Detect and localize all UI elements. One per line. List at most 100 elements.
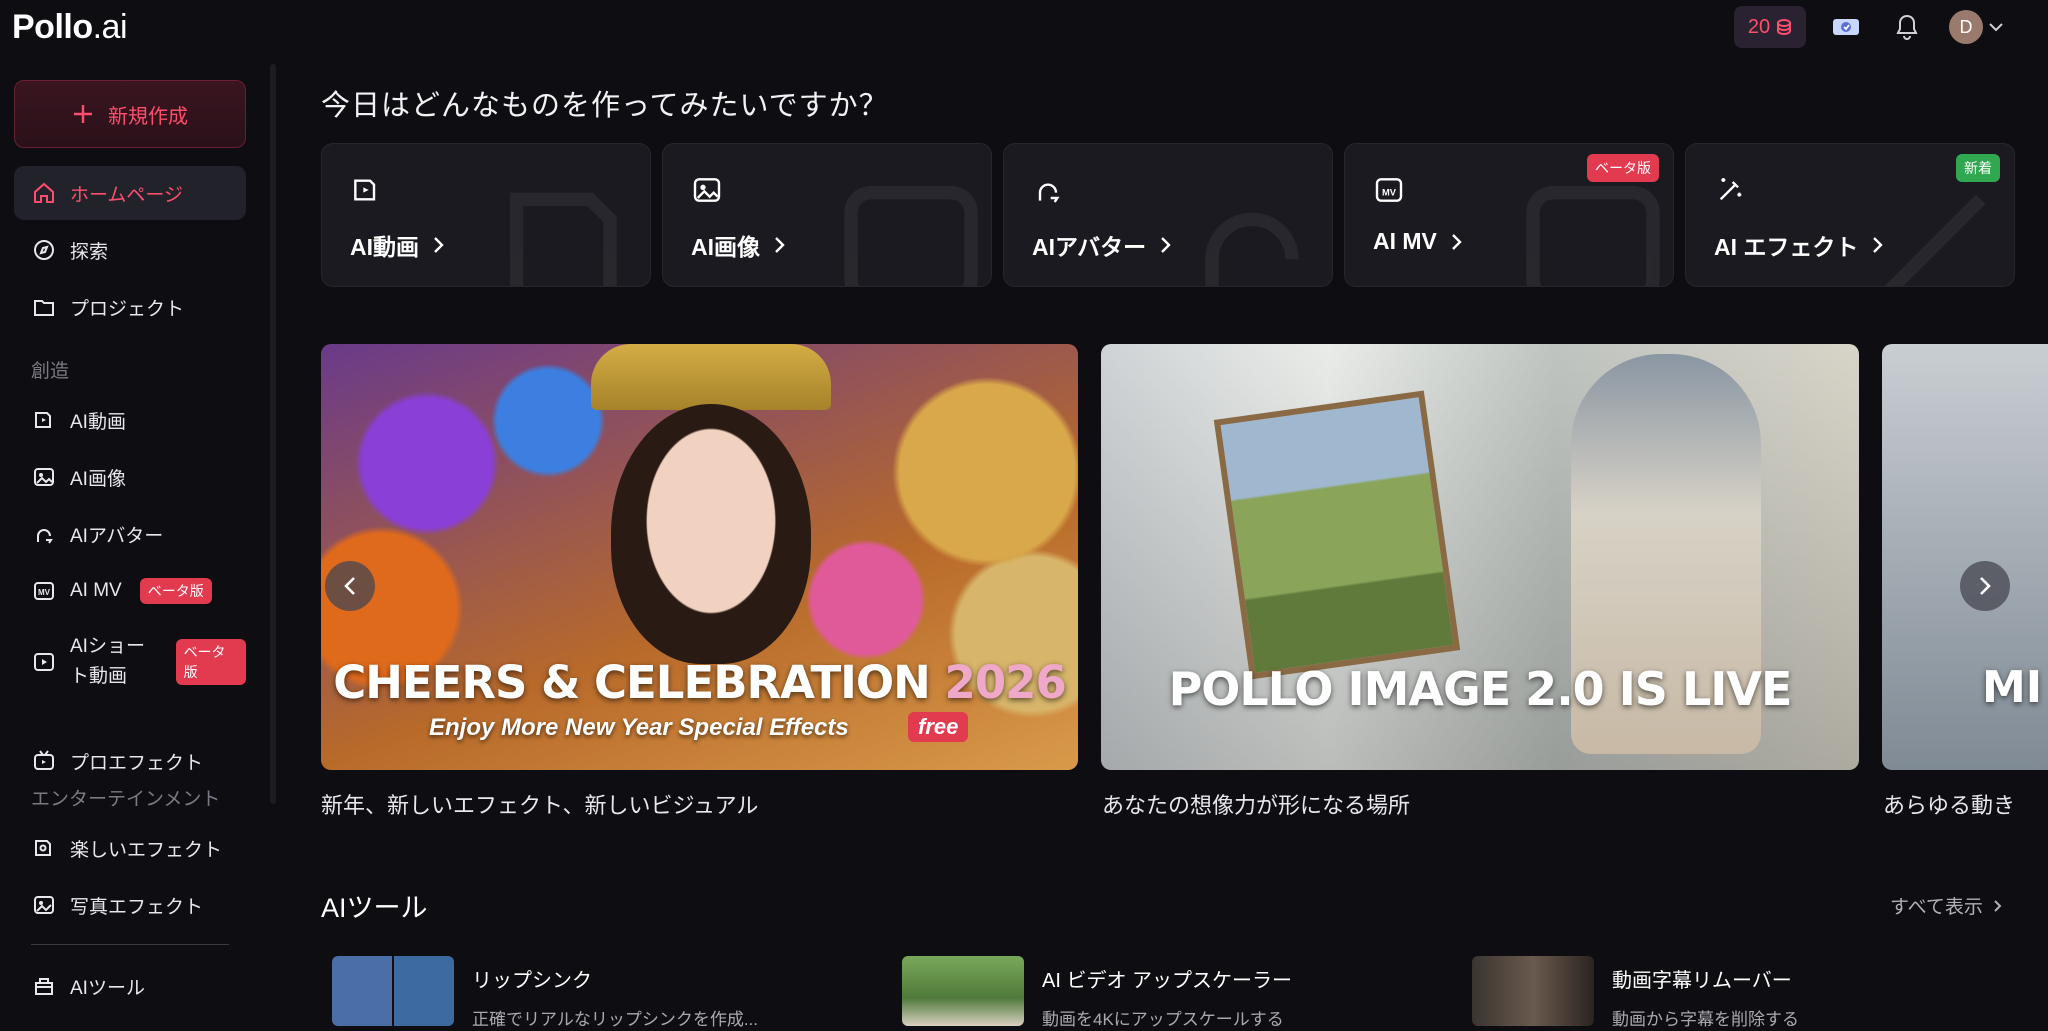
chevron-right-icon	[1161, 237, 1171, 253]
pollo-logo[interactable]: Pollo.ai	[12, 8, 128, 47]
card-watermark-icon	[1205, 212, 1299, 286]
painting-canvas-graphic	[1213, 390, 1461, 680]
section-entertainment-label: エンターテインメント	[31, 789, 221, 810]
new-create-label: 新規作成	[108, 105, 188, 128]
folder-icon	[34, 300, 54, 316]
sidebar-item-ai-image[interactable]: AI画像	[14, 450, 246, 504]
tool-thumbnail	[1472, 956, 1594, 1026]
sidebar-item-label: プロジェクト	[70, 298, 185, 320]
tool-name: リップシンク	[472, 970, 592, 992]
card-ai-effects[interactable]: 新着 AI エフェクト	[1685, 143, 2015, 287]
sidebar-item-label: 楽しいエフェクト	[70, 839, 223, 861]
chevron-right-icon	[1452, 233, 1462, 250]
card-ai-image[interactable]: AI画像	[662, 143, 992, 287]
banner-caption: あなたの想像力が形になる場所	[1102, 793, 1411, 818]
sidebar-item-projects[interactable]: プロジェクト	[14, 280, 246, 334]
image-icon	[691, 174, 723, 211]
video-icon	[35, 412, 51, 428]
sidebar-item-photo-effects[interactable]: 写真エフェクト	[14, 878, 246, 932]
tool-subtitle-remover[interactable]: 動画字幕リムーバー 動画から字幕を削除する	[1472, 956, 1799, 1029]
card-ai-mv[interactable]: ベータ版 MV AI MV	[1344, 143, 1674, 287]
page-title: 今日はどんなものを作ってみたいですか？	[321, 90, 889, 122]
sidebar-item-ai-mv[interactable]: MV AI MV ベータ版	[14, 564, 246, 618]
tool-description: 正確でリアルなリップシンクを作成...	[472, 1010, 758, 1029]
fun-effect-icon	[35, 840, 51, 856]
section-title: AIツール	[321, 893, 428, 923]
banner-pollo-image[interactable]: POLLO IMAGE 2.0 IS LIVE	[1101, 344, 1859, 770]
sidebar-item-home[interactable]: ホームページ	[14, 166, 246, 220]
svg-text:MV: MV	[38, 588, 51, 597]
card-watermark-icon	[1526, 186, 1660, 286]
banner-headline: POLLO IMAGE 2.0 IS LIVE	[1168, 662, 1793, 716]
logo-suffix: .ai	[92, 8, 128, 46]
chevron-right-icon	[434, 237, 444, 253]
chevron-right-icon	[1994, 899, 2002, 912]
tool-description: 動画から字幕を削除する	[1612, 1010, 1799, 1029]
card-label: AI MV	[1373, 228, 1437, 254]
sidebar-item-ai-video[interactable]: AI動画	[14, 393, 246, 447]
headline-text: CHEERS & CELEBRATION	[333, 656, 931, 709]
coin-icon	[1777, 19, 1792, 36]
portrait-graphic	[611, 404, 811, 664]
sidebar-item-label: 探索	[70, 241, 109, 263]
carousel-next-button[interactable]	[1960, 561, 2010, 611]
sidebar-item-label: 写真エフェクト	[70, 896, 204, 918]
chevron-down-icon[interactable]	[1988, 14, 2010, 40]
card-ai-video[interactable]: AI動画	[321, 143, 651, 287]
card-label: AI エフェクト	[1714, 234, 1859, 260]
tool-name: 動画字幕リムーバー	[1612, 970, 1792, 992]
carousel-prev-button[interactable]	[325, 561, 375, 611]
sidebar-item-label: プロエフェクト	[70, 752, 204, 774]
see-all-link[interactable]: すべて表示	[1890, 892, 2002, 919]
chevron-right-icon	[1980, 577, 1991, 595]
free-badge: free	[908, 712, 969, 742]
sidebar-item-ai-avatar[interactable]: AIアバター	[14, 507, 246, 561]
banner-new-year[interactable]: CHEERS & CELEBRATION 2026 Enjoy More New…	[321, 344, 1078, 770]
sidebar-divider	[31, 944, 229, 945]
new-create-button[interactable]: 新規作成	[14, 80, 246, 148]
tool-video-upscaler[interactable]: AI ビデオ アップスケーラー 動画を4Kにアップスケールする	[902, 956, 1293, 1029]
card-watermark-icon	[510, 192, 617, 286]
home-icon	[34, 182, 54, 203]
bell-icon[interactable]	[1890, 10, 1924, 44]
sidebar-scrollbar[interactable]	[270, 64, 276, 804]
image-icon	[34, 468, 54, 486]
tool-lip-sync[interactable]: リップシンク 正確でリアルなリップシンクを作成...	[332, 956, 758, 1029]
short-video-icon	[34, 653, 54, 671]
banner-headline: CHEERS & CELEBRATION 2026	[321, 656, 1078, 709]
sidebar-item-label: AIツール	[70, 977, 145, 999]
logo-text: Pollo	[12, 8, 93, 46]
card-ai-avatar[interactable]: AIアバター	[1003, 143, 1333, 287]
user-avatar[interactable]: D	[1949, 10, 1983, 44]
see-all-label: すべて表示	[1890, 897, 1983, 918]
sidebar-item-fun-effects[interactable]: 楽しいエフェクト	[14, 821, 246, 875]
photo-effect-icon	[34, 896, 54, 914]
banner-headline: MI	[1982, 662, 2043, 713]
banner-subtitle: Enjoy More New Year Special Effects	[429, 714, 849, 741]
tool-description: 動画を4Kにアップスケールする	[1042, 1010, 1284, 1029]
chevron-right-icon	[1873, 237, 1884, 253]
sidebar-item-ai-tools[interactable]: AIツール	[14, 959, 246, 1013]
beta-badge: ベータ版	[139, 578, 212, 604]
sidebar-item-label: AI MV	[70, 580, 122, 601]
avatar-initial: D	[1959, 16, 1973, 37]
sidebar-item-ai-short-video[interactable]: AIショート動画 ベータ版	[14, 620, 246, 704]
section-create-label: 創造	[31, 361, 70, 382]
sidebar: 新規作成 ホームページ 探索 プロジェクト 創造 AI動画 AI画像 AIアバタ…	[0, 60, 266, 1031]
tool-thumbnail	[332, 956, 454, 1026]
plus-icon	[74, 105, 92, 123]
mv-icon: MV	[34, 582, 54, 600]
sidebar-item-pro-effects[interactable]: プロエフェクト	[14, 734, 246, 788]
credits-button[interactable]: 20	[1734, 6, 1806, 48]
credits-count: 20	[1747, 15, 1771, 38]
svg-text:MV: MV	[1382, 187, 1397, 197]
headline-year: 2026	[944, 656, 1067, 709]
ticket-icon[interactable]	[1829, 10, 1863, 44]
tool-name: AI ビデオ アップスケーラー	[1042, 970, 1293, 992]
banner-motion[interactable]: MI	[1882, 344, 2048, 770]
beta-badge: ベータ版	[175, 639, 246, 685]
card-watermark-icon	[1884, 194, 1986, 286]
mv-icon: MV	[1373, 174, 1405, 211]
sidebar-item-explore[interactable]: 探索	[14, 223, 246, 277]
sidebar-item-label: AI画像	[70, 468, 126, 490]
